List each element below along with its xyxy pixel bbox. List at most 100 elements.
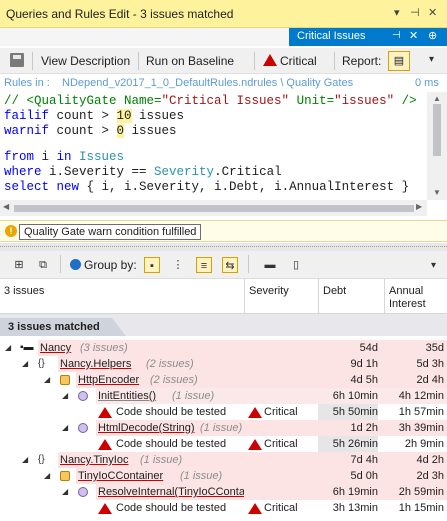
column-header-debt[interactable]: Debt xyxy=(318,279,384,314)
class-icon xyxy=(60,375,70,385)
document-icon[interactable]: ▯ xyxy=(288,257,304,273)
toolbar-separator xyxy=(334,52,335,70)
run-on-baseline-button[interactable]: Run on Baseline xyxy=(146,51,234,71)
tab-critical-issues[interactable]: Critical Issues ⊣ ✕ ⊕ xyxy=(289,28,447,46)
quality-gate-status-bar: ! Quality Gate warn condition fulfilled xyxy=(0,220,447,242)
group-by-label: Group by: xyxy=(84,258,137,272)
quality-gate-warning-text: Quality Gate warn condition fulfilled xyxy=(19,224,202,240)
tree-row-method[interactable]: ◢ ResolveInternal(TinyIoCConta 6h 19min … xyxy=(0,484,447,500)
info-icon xyxy=(70,259,81,270)
collapse-all-icon[interactable]: ⧉ xyxy=(35,257,51,273)
scroll-right-icon[interactable]: ▶ xyxy=(416,202,422,211)
method-icon xyxy=(78,391,88,401)
collapse-icon[interactable]: ◢ xyxy=(22,452,28,468)
tree-row-method[interactable]: ◢ InitEntities() (1 issue) 6h 10min 4h 1… xyxy=(0,388,447,404)
warning-icon: ! xyxy=(5,225,17,237)
toolbar-separator xyxy=(60,255,61,273)
scroll-up-icon[interactable]: ▲ xyxy=(433,94,441,103)
tree-row-assembly[interactable]: ◢ ▪▬ Nancy (3 issues) 54d 35d xyxy=(0,340,447,356)
code-line: failif count > 10 issues xyxy=(4,109,185,123)
collapse-icon[interactable]: ◢ xyxy=(62,388,68,404)
expand-all-icon[interactable]: ⊞ xyxy=(11,257,27,273)
dropdown-icon[interactable]: ▾ xyxy=(394,6,400,19)
method-icon xyxy=(78,423,88,433)
group-by-tree-icon[interactable]: ▪ xyxy=(144,257,160,273)
column-header-annual-interest[interactable]: Annual Interest xyxy=(384,279,447,314)
rules-location-bar: Rules in : NDepend_v2017_1_0_DefaultRule… xyxy=(0,75,447,92)
scroll-thumb[interactable] xyxy=(14,205,414,212)
more-icon[interactable]: ▾ xyxy=(429,54,434,65)
tree-row-type[interactable]: ◢ HttpEncoder (2 issues) 4d 5h 2d 4h xyxy=(0,372,447,388)
critical-severity-icon xyxy=(248,503,262,514)
scroll-thumb[interactable] xyxy=(433,104,441,156)
column-header-issues[interactable]: 3 issues xyxy=(0,279,244,314)
folder-icon[interactable]: ▬ xyxy=(262,257,278,273)
critical-button[interactable]: Critical xyxy=(280,51,317,71)
close-icon[interactable]: ✕ xyxy=(428,6,437,19)
rules-path-link[interactable]: NDepend_v2017_1_0_DefaultRules.ndrules \… xyxy=(62,77,353,89)
editor-vertical-scrollbar[interactable]: ▲ ▼ xyxy=(427,92,447,200)
collapse-icon[interactable]: ◢ xyxy=(44,372,50,388)
close-tab-icon[interactable]: ✕ xyxy=(409,29,418,42)
collapse-icon[interactable]: ◢ xyxy=(5,340,11,356)
collapse-icon[interactable]: ◢ xyxy=(62,484,68,500)
save-icon[interactable] xyxy=(10,53,24,67)
collapse-icon[interactable]: ◢ xyxy=(62,420,68,436)
critical-rule-icon xyxy=(98,439,112,450)
code-line: select new { i, i.Severity, i.Debt, i.An… xyxy=(4,180,410,194)
class-icon xyxy=(60,471,70,481)
scroll-down-icon[interactable]: ▼ xyxy=(433,188,441,197)
tree-row-namespace[interactable]: ◢ {} Nancy.TinyIoc (1 issue) 7d 4h 4d 2h xyxy=(0,452,447,468)
tree-row-type[interactable]: ◢ TinyIoCContainer (1 issue) 5d 0h 2d 3h xyxy=(0,468,447,484)
tree-row-method[interactable]: ◢ HtmlDecode(String) (1 issue) 1d 2h 3h … xyxy=(0,420,447,436)
code-line: // <QualityGate Name="Critical Issues" U… xyxy=(4,94,417,108)
collapse-icon[interactable]: ◢ xyxy=(22,356,28,372)
pin-icon[interactable]: ⊣ xyxy=(392,30,401,41)
toolbar-separator xyxy=(32,52,33,70)
namespace-icon: {} xyxy=(38,454,45,465)
report-label: Report: xyxy=(342,54,382,68)
rules-in-label: Rules in : xyxy=(4,77,50,89)
tab-strip: Critical Issues ⊣ ✕ ⊕ xyxy=(0,28,447,46)
group-by-namespace-icon[interactable]: ⋮ xyxy=(170,257,186,273)
tree-row-issue[interactable]: Code should be tested Critical 3h 13min … xyxy=(0,500,447,516)
group-tab[interactable]: 3 issues matched xyxy=(0,318,126,336)
toolbar-separator xyxy=(254,52,255,70)
results-toolbar: ⊞ ⧉ Group by: ▪ ⋮ ≡ ⇆ ▬ ▯ ▾ xyxy=(0,251,447,279)
group-by-type-icon[interactable]: ⇆ xyxy=(222,257,238,273)
results-header: 3 issues Severity Debt Annual Interest xyxy=(0,279,447,314)
tab-label: Critical Issues xyxy=(297,30,366,42)
group-band: 3 issues matched xyxy=(0,314,447,336)
cql-editor[interactable]: // <QualityGate Name="Critical Issues" U… xyxy=(0,92,447,200)
group-by-list-icon[interactable]: ≡ xyxy=(196,257,212,273)
critical-severity-icon xyxy=(263,54,277,66)
report-toggle-icon[interactable]: ▤ xyxy=(388,51,410,71)
query-toolbar: View Description Run on Baseline Critica… xyxy=(0,48,447,74)
critical-rule-icon xyxy=(98,407,112,418)
collapse-icon[interactable]: ◢ xyxy=(44,468,50,484)
tree-row-namespace[interactable]: ◢ {} Nancy.Helpers (2 issues) 9d 1h 5d 3… xyxy=(0,356,447,372)
critical-severity-icon xyxy=(248,439,262,450)
toolbar-separator xyxy=(138,52,139,70)
column-header-severity[interactable]: Severity xyxy=(244,279,318,314)
window-titlebar: Queries and Rules Edit - 3 issues matche… xyxy=(0,0,447,28)
tree-row-issue[interactable]: Code should be tested Critical 5h 26min … xyxy=(0,436,447,452)
query-time: 0 ms xyxy=(415,77,439,89)
code-line: where i.Severity == Severity.Critical xyxy=(4,165,282,179)
editor-horizontal-scrollbar[interactable]: ◀ ▶ xyxy=(0,200,427,216)
code-line: from i in Issues xyxy=(4,150,125,164)
view-description-button[interactable]: View Description xyxy=(41,51,130,71)
more-icon[interactable]: ▾ xyxy=(431,260,436,271)
pane-splitter[interactable] xyxy=(0,243,447,251)
new-tab-icon[interactable]: ⊕ xyxy=(428,29,437,42)
critical-severity-icon xyxy=(248,407,262,418)
assembly-icon: ▪▬ xyxy=(20,342,34,353)
results-tree: ◢ ▪▬ Nancy (3 issues) 54d 35d ◢ {} Nancy… xyxy=(0,340,447,521)
method-icon xyxy=(78,487,88,497)
window-title: Queries and Rules Edit - 3 issues matche… xyxy=(6,7,234,21)
toolbar-separator xyxy=(248,255,249,273)
tree-row-issue[interactable]: Code should be tested Critical 5h 50min … xyxy=(0,404,447,420)
pin-icon[interactable]: ⊣ xyxy=(410,6,420,19)
scroll-left-icon[interactable]: ◀ xyxy=(3,202,9,211)
critical-rule-icon xyxy=(98,503,112,514)
